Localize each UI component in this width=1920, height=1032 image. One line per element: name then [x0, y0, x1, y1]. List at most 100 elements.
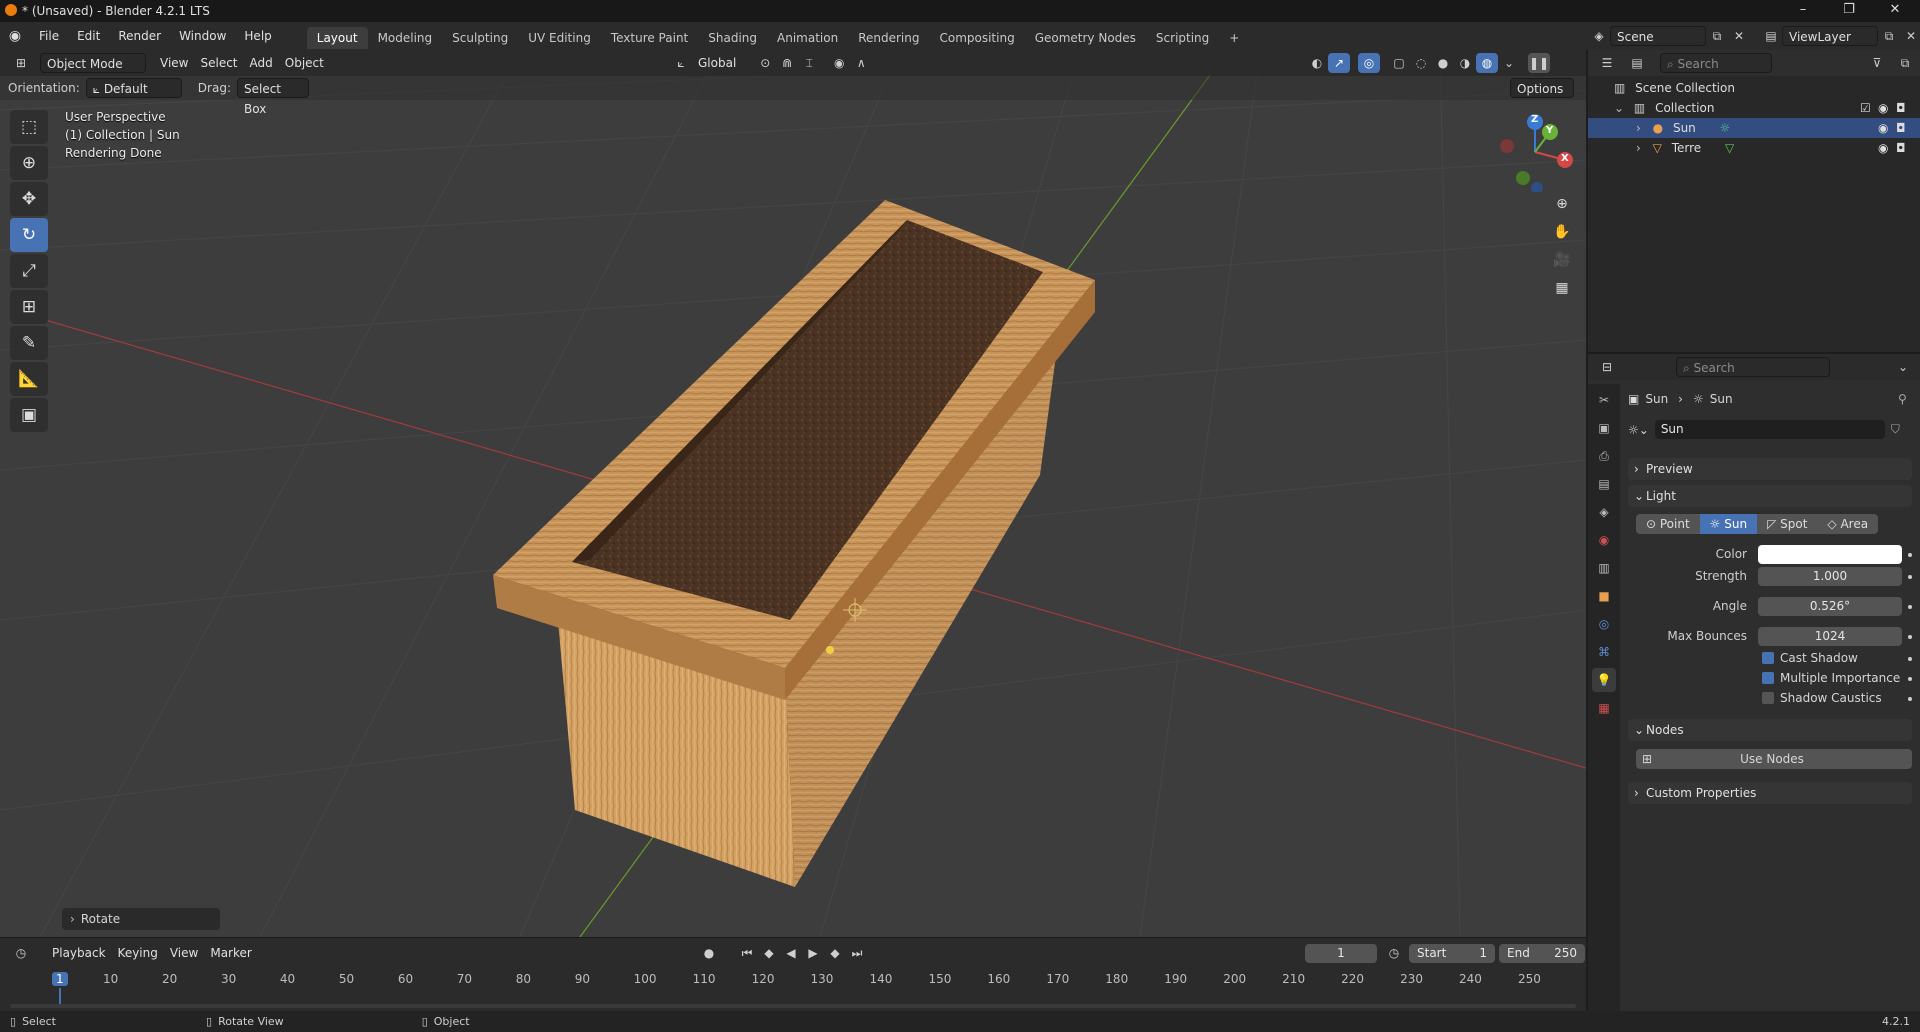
new-collection-icon[interactable]: ⧉	[1894, 53, 1916, 73]
properties-options-icon[interactable]: ⌄	[1892, 357, 1914, 377]
last-operator-panel[interactable]: › Rotate	[62, 908, 220, 930]
zoom-icon[interactable]: ⊕	[1548, 190, 1576, 218]
light-type-spot[interactable]: ◸ Spot	[1757, 514, 1818, 534]
cursor-tool-icon[interactable]: ⊕	[10, 146, 48, 180]
mode-dropdown[interactable]: Object Mode	[40, 53, 146, 73]
tab-shading[interactable]: Shading	[698, 27, 767, 49]
cast-shadow-checkbox[interactable]: Cast Shadow	[1762, 651, 1858, 665]
material-shading-icon[interactable]: ◑	[1454, 53, 1476, 73]
render-camera-icon[interactable]: ◘	[1896, 98, 1906, 118]
planter-box-object[interactable]	[493, 200, 1095, 887]
physics-tab-icon[interactable]: ◎	[1592, 612, 1616, 636]
preview-panel-header[interactable]: › Preview	[1628, 458, 1912, 480]
render-camera-icon[interactable]: ◘	[1896, 118, 1906, 138]
blender-menu-icon[interactable]: ◉	[0, 28, 30, 44]
timeline-frame-ruler[interactable]: 1 10 20 30 40 50 60 70 80 90 100 110 120 130 140 150 160…	[0, 938, 1586, 1012]
light-panel-header[interactable]: ⌄ Light	[1628, 485, 1912, 507]
measure-tool-icon[interactable]: 📐	[10, 362, 48, 396]
tab-compositing[interactable]: Compositing	[929, 27, 1024, 49]
scale-tool-icon[interactable]: ⤢	[10, 254, 48, 288]
select-box-tool-icon[interactable]: ⬚	[10, 110, 48, 144]
pivot-point-icon[interactable]: ⊙	[754, 53, 776, 73]
menu-file[interactable]: File	[30, 22, 68, 50]
proportional-edit-icon[interactable]: ◉	[828, 53, 850, 73]
move-tool-icon[interactable]: ✥	[10, 182, 48, 216]
render-tab-icon[interactable]: ▣	[1592, 416, 1616, 440]
view-layer-tab-icon[interactable]: ▤	[1592, 472, 1616, 496]
visibility-icon[interactable]: ◐	[1306, 53, 1328, 73]
outliner-collection-row[interactable]: ⌄ ▥ Collection ☑ ◉ ◘	[1588, 98, 1920, 118]
outliner-editor-type-icon[interactable]: ☰	[1596, 53, 1618, 73]
gizmo-toggle-icon[interactable]: ↗	[1328, 53, 1350, 73]
tab-texture-paint[interactable]: Texture Paint	[601, 27, 698, 49]
properties-editor-type-icon[interactable]: ⊟	[1596, 357, 1618, 377]
pause-render-icon[interactable]: ❚❚	[1528, 53, 1550, 73]
drag-dropdown[interactable]: Select Box	[236, 78, 309, 116]
new-scene-icon[interactable]: ⧉	[1706, 26, 1728, 46]
new-view-layer-icon[interactable]: ⧉	[1878, 26, 1900, 46]
use-nodes-button[interactable]: ⊞ Use Nodes	[1636, 749, 1912, 769]
expand-chevron-icon[interactable]: ›	[1636, 141, 1641, 155]
object-tab-icon[interactable]: ■	[1592, 584, 1616, 608]
rendered-shading-icon[interactable]: ◍	[1476, 53, 1498, 73]
rotate-tool-icon[interactable]: ↻	[10, 218, 48, 252]
texture-tab-icon[interactable]: ▦	[1592, 696, 1616, 720]
view-layer-selector[interactable]: ▤ ViewLayer ⧉ ✕	[1760, 25, 1920, 47]
viewport-menu-view[interactable]: View	[154, 53, 194, 73]
3d-viewport[interactable]: ⊞ Object Mode View Select Add Object ⟀ G…	[0, 50, 1586, 937]
world-tab-icon[interactable]: ◉	[1592, 528, 1616, 552]
light-datablock-selector[interactable]: ☼⌄ Sun ⛉	[1628, 420, 1900, 439]
output-tab-icon[interactable]: ⎙	[1592, 444, 1616, 468]
add-cube-tool-icon[interactable]: ▣	[10, 398, 48, 432]
tab-uv-editing[interactable]: UV Editing	[518, 27, 601, 49]
light-datablock-name-field[interactable]: Sun	[1654, 420, 1885, 439]
close-button[interactable]: ✕	[1872, 0, 1918, 22]
scene-selector[interactable]: ◈ Scene ⧉ ✕	[1588, 25, 1750, 47]
collapse-chevron-icon[interactable]: ⌄	[1614, 101, 1624, 115]
outliner-search-input[interactable]: ⌕ Search	[1660, 53, 1772, 73]
scene-tab-icon[interactable]: ◈	[1592, 500, 1616, 524]
strength-field[interactable]: 1.000	[1758, 567, 1902, 586]
menu-render[interactable]: Render	[109, 22, 170, 50]
outliner-scene-collection-row[interactable]: ▥ Scene Collection	[1588, 78, 1920, 98]
outliner-sun-row[interactable]: › ● Sun ☼ ◉ ◘	[1588, 118, 1920, 138]
nodes-panel-header[interactable]: ⌄ Nodes	[1628, 719, 1912, 741]
multiple-importance-check-icon[interactable]	[1762, 672, 1774, 684]
properties-search-input[interactable]: ⌕ Search	[1676, 357, 1830, 377]
visibility-eye-icon[interactable]: ◉	[1878, 98, 1888, 118]
animate-color-dot[interactable]	[1908, 553, 1912, 557]
annotate-tool-icon[interactable]: ✎	[10, 326, 48, 360]
tab-modeling[interactable]: Modeling	[368, 27, 443, 49]
tab-geometry-nodes[interactable]: Geometry Nodes	[1025, 27, 1146, 49]
editor-type-icon[interactable]: ⊞	[10, 53, 32, 73]
custom-properties-panel-header[interactable]: › Custom Properties	[1628, 782, 1912, 804]
light-type-area[interactable]: ◇ Area	[1817, 514, 1879, 534]
shading-options-icon[interactable]: ⌄	[1498, 53, 1520, 73]
camera-view-icon[interactable]: 🎥	[1548, 246, 1576, 274]
shadow-caustics-checkbox[interactable]: Shadow Caustics	[1762, 691, 1882, 705]
pan-hand-icon[interactable]: ✋	[1548, 218, 1576, 246]
view-layer-name-field[interactable]: ViewLayer	[1782, 26, 1878, 46]
render-camera-icon[interactable]: ◘	[1896, 138, 1906, 158]
light-type-point[interactable]: ⊙ Point	[1636, 514, 1700, 534]
cast-shadow-check-icon[interactable]	[1762, 652, 1774, 664]
transform-tool-icon[interactable]: ⊞	[10, 290, 48, 324]
current-frame-indicator[interactable]: 1	[52, 972, 68, 986]
maximize-button[interactable]: ❐	[1826, 0, 1872, 22]
viewport-menu-object[interactable]: Object	[279, 53, 330, 73]
scene-name-field[interactable]: Scene	[1610, 26, 1706, 46]
multiple-importance-checkbox[interactable]: Multiple Importance	[1762, 671, 1900, 685]
animate-angle-dot[interactable]	[1908, 605, 1912, 609]
constraints-tab-icon[interactable]: ⌘	[1592, 640, 1616, 664]
visibility-eye-icon[interactable]: ◉	[1878, 118, 1888, 138]
timeline-scrollbar[interactable]	[10, 1004, 1576, 1008]
snap-icon[interactable]: ⋒	[776, 53, 798, 73]
delete-view-layer-icon[interactable]: ✕	[1900, 26, 1920, 46]
animate-multiple-importance-dot[interactable]	[1908, 677, 1912, 681]
viewport-menu-add[interactable]: Add	[244, 53, 279, 73]
light-data-tab-icon[interactable]: 💡	[1592, 668, 1616, 692]
animate-strength-dot[interactable]	[1908, 575, 1912, 579]
animate-cast-shadow-dot[interactable]	[1908, 657, 1912, 661]
fake-user-shield-icon[interactable]: ⛉	[1891, 422, 1900, 437]
visibility-eye-icon[interactable]: ◉	[1878, 138, 1888, 158]
